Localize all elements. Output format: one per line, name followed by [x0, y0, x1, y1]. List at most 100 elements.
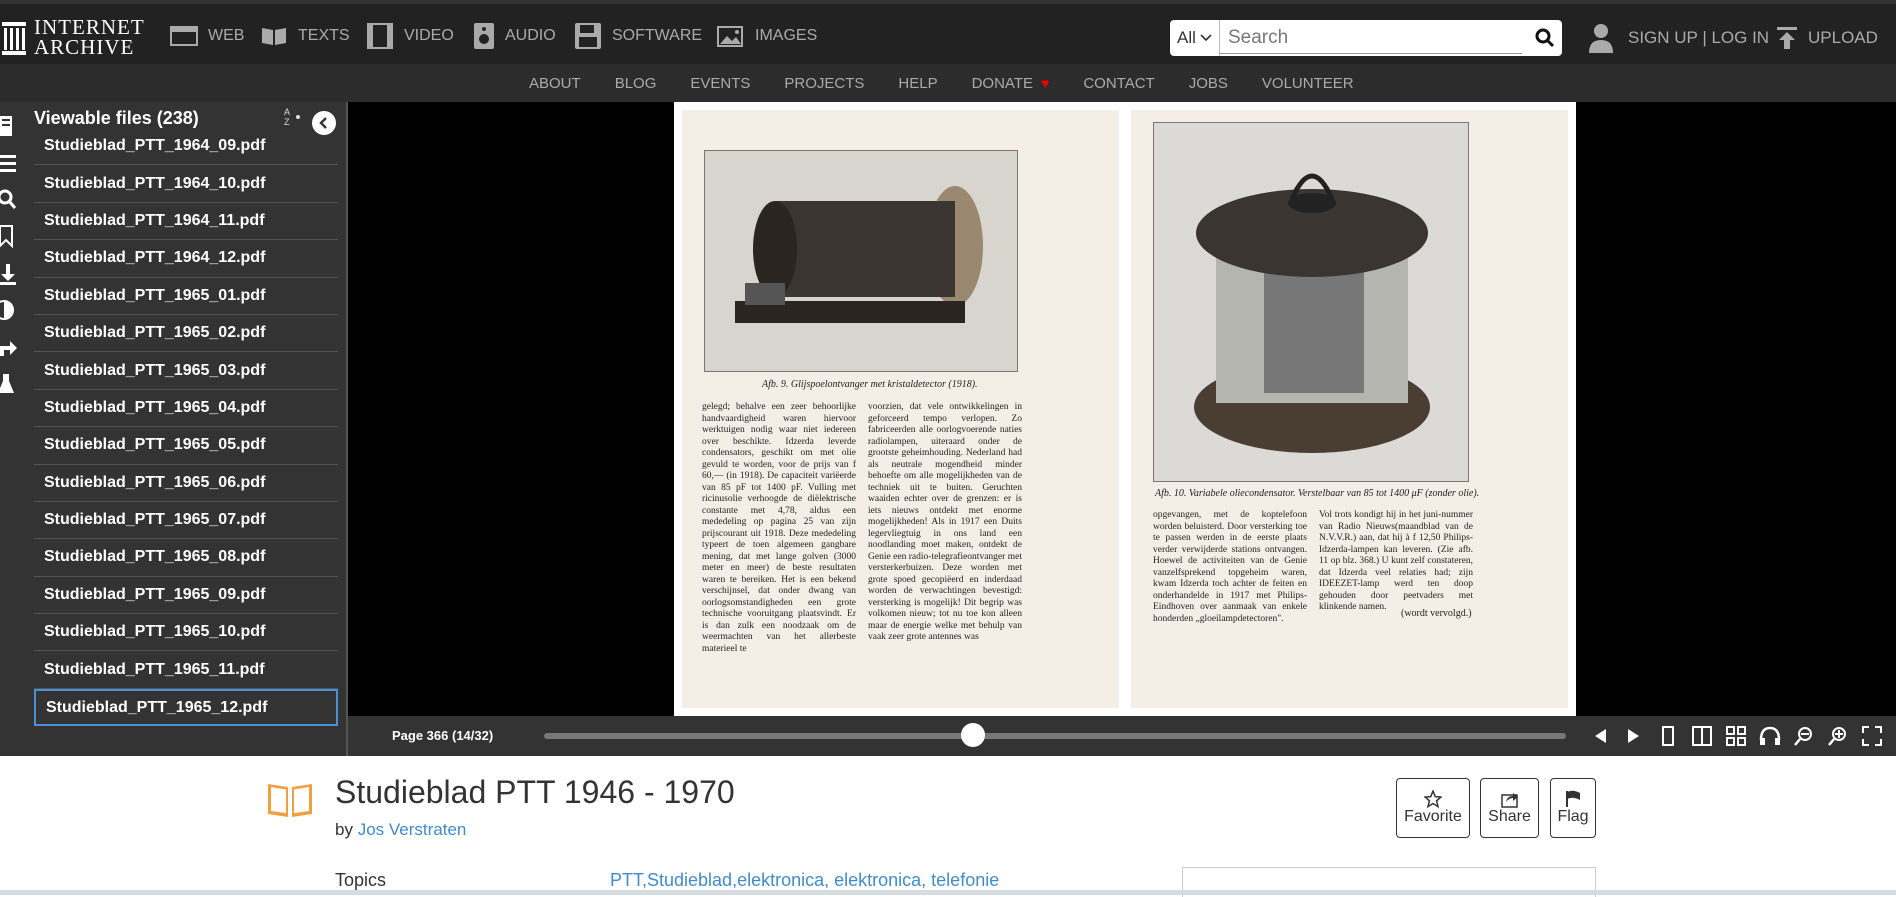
share-box-icon — [1500, 793, 1518, 808]
contrast-icon[interactable] — [0, 298, 24, 322]
subnav-about[interactable]: ABOUT — [529, 75, 581, 92]
file-item[interactable]: Studieblad_PTT_1965_03.pdf — [34, 352, 338, 390]
one-page-view-icon[interactable] — [1656, 724, 1680, 748]
reader-side-toolbar — [0, 102, 28, 756]
file-item[interactable]: Studieblad_PTT_1964_11.pdf — [34, 203, 338, 241]
zoom-out-icon[interactable] — [1792, 724, 1816, 748]
texts-book-icon — [268, 784, 312, 817]
subnav-projects[interactable]: PROJECTS — [784, 75, 864, 92]
heart-icon: ♥ — [1041, 75, 1050, 91]
search-icon — [1535, 28, 1555, 48]
subnav-donate[interactable]: DONATE ♥ — [972, 75, 1050, 92]
favorite-button[interactable]: Favorite — [1396, 778, 1470, 838]
page-slider[interactable] — [544, 723, 1566, 747]
nav-video[interactable]: VIDEO — [366, 22, 454, 50]
nav-web[interactable]: WEB — [170, 22, 244, 50]
left-column-2: voorzien, dat vele ontwikkelingen in gef… — [868, 402, 1022, 642]
file-item[interactable]: Studieblad_PTT_1965_09.pdf — [34, 577, 338, 615]
star-icon — [1424, 790, 1442, 808]
book-reader: Viewable files (238) AZ Studieblad_PTT_1… — [0, 102, 1896, 756]
thumbnail-view-icon[interactable] — [1724, 724, 1748, 748]
file-item[interactable]: Studieblad_PTT_1965_08.pdf — [34, 539, 338, 577]
search-scope-select[interactable]: All — [1170, 20, 1220, 56]
right-column-1: opgevangen, met de koptelefoon worden be… — [1153, 510, 1307, 624]
page-bottom-divider — [0, 890, 1896, 895]
page-stage: Afb. 9. Glijspoelontvanger met kristalde… — [348, 102, 1896, 716]
file-item[interactable]: Studieblad_PTT_1965_04.pdf — [34, 390, 338, 428]
subnav-blog[interactable]: BLOG — [615, 75, 657, 92]
left-caption: Afb. 9. Glijspoelontvanger met kristalde… — [762, 379, 978, 390]
file-item[interactable]: Studieblad_PTT_1965_01.pdf — [34, 278, 338, 315]
file-item[interactable]: Studieblad_PTT_1965_10.pdf — [34, 614, 338, 652]
flag-button[interactable]: Flag — [1550, 778, 1596, 838]
book-icon — [262, 28, 286, 45]
share-icon[interactable] — [0, 336, 24, 360]
file-item-selected[interactable]: Studieblad_PTT_1965_12.pdf — [34, 688, 338, 727]
share-button[interactable]: Share — [1480, 778, 1539, 838]
signup-login-link[interactable]: SIGN UP | LOG IN — [1588, 18, 1769, 58]
book-info-icon[interactable] — [0, 114, 24, 138]
floppy-icon — [575, 23, 601, 49]
file-item[interactable]: Studieblad_PTT_1965_11.pdf — [34, 651, 338, 689]
right-column-2: Vol trots kondigt hij in het juni-nummer… — [1319, 510, 1473, 612]
page-number: Page 366 (14/32) — [392, 728, 494, 743]
panel-title: Viewable files (238) — [34, 108, 199, 128]
flag-icon — [1566, 790, 1580, 807]
subnav-contact[interactable]: CONTACT — [1083, 75, 1154, 92]
prev-page-icon[interactable] — [1588, 724, 1612, 748]
logo-line2: ARCHIVE — [34, 35, 135, 59]
viewable-files-panel: Viewable files (238) AZ Studieblad_PTT_1… — [28, 102, 348, 756]
file-item[interactable]: Studieblad_PTT_1965_06.pdf — [34, 465, 338, 502]
image-icon — [717, 26, 743, 47]
internet-archive-logo[interactable]: INTERNET ARCHIVE — [0, 10, 160, 64]
web-icon — [170, 26, 198, 46]
file-item[interactable]: Studieblad_PTT_1965_07.pdf — [34, 502, 338, 540]
bookmark-icon[interactable] — [0, 224, 24, 248]
search-input[interactable] — [1220, 22, 1522, 54]
logo-line1: INTERNET — [34, 15, 145, 39]
file-item[interactable]: Studieblad_PTT_1964_12.pdf — [34, 240, 338, 278]
left-page: Afb. 9. Glijspoelontvanger met kristalde… — [682, 110, 1119, 708]
author-link[interactable]: Jos Verstraten — [358, 820, 467, 839]
item-metadata: Studieblad PTT 1946 - 1970 by Jos Verstr… — [0, 756, 1896, 897]
subnav-events[interactable]: EVENTS — [690, 75, 750, 92]
subnav-help[interactable]: HELP — [898, 75, 937, 92]
byline: by Jos Verstraten — [335, 820, 467, 839]
reader-controls: Page 366 (14/32) — [348, 716, 1896, 756]
sort-icon[interactable]: AZ — [284, 106, 304, 129]
file-item[interactable]: Studieblad_PTT_1965_02.pdf — [34, 315, 338, 353]
search-button[interactable] — [1528, 20, 1562, 56]
file-list: Studieblad_PTT_1964_09.pdf Studieblad_PT… — [34, 128, 338, 727]
nav-texts[interactable]: TEXTS — [260, 22, 350, 50]
film-icon — [367, 23, 393, 49]
read-aloud-icon[interactable] — [1758, 724, 1782, 748]
speaker-icon — [474, 23, 494, 49]
file-item[interactable]: Studieblad_PTT_1964_09.pdf — [34, 128, 338, 166]
file-item[interactable]: Studieblad_PTT_1965_05.pdf — [34, 427, 338, 465]
list-icon[interactable] — [0, 152, 24, 176]
subnav-volunteer[interactable]: VOLUNTEER — [1262, 75, 1354, 92]
right-footer: (wordt vervolgd.) — [1401, 608, 1472, 619]
upload-link[interactable]: UPLOAD — [1776, 18, 1878, 58]
nav-images[interactable]: IMAGES — [717, 22, 817, 50]
svg-text:Z: Z — [284, 117, 290, 126]
user-icon — [1589, 24, 1613, 53]
topics-links[interactable]: PTT,Studieblad,elektronica, elektronica,… — [610, 870, 999, 891]
subnav-jobs[interactable]: JOBS — [1189, 75, 1228, 92]
topics-label: Topics — [335, 870, 387, 890]
upload-icon — [1777, 27, 1797, 49]
slider-handle[interactable] — [961, 723, 986, 747]
fullscreen-icon[interactable] — [1860, 724, 1884, 748]
search-inside-icon[interactable] — [0, 188, 24, 212]
nav-audio[interactable]: AUDIO — [473, 22, 556, 50]
next-page-icon[interactable] — [1622, 724, 1646, 748]
experiments-flask-icon[interactable] — [0, 372, 24, 396]
file-item[interactable]: Studieblad_PTT_1964_10.pdf — [34, 165, 338, 203]
zoom-in-icon[interactable] — [1826, 724, 1850, 748]
download-icon[interactable] — [0, 262, 24, 286]
right-page: Afb. 10. Variabele oliecondensator. Vers… — [1131, 110, 1568, 708]
search-bar: All — [1170, 20, 1562, 56]
two-page-view-icon[interactable] — [1690, 724, 1714, 748]
nav-software[interactable]: SOFTWARE — [574, 22, 702, 50]
archive-temple-icon — [2, 22, 26, 55]
